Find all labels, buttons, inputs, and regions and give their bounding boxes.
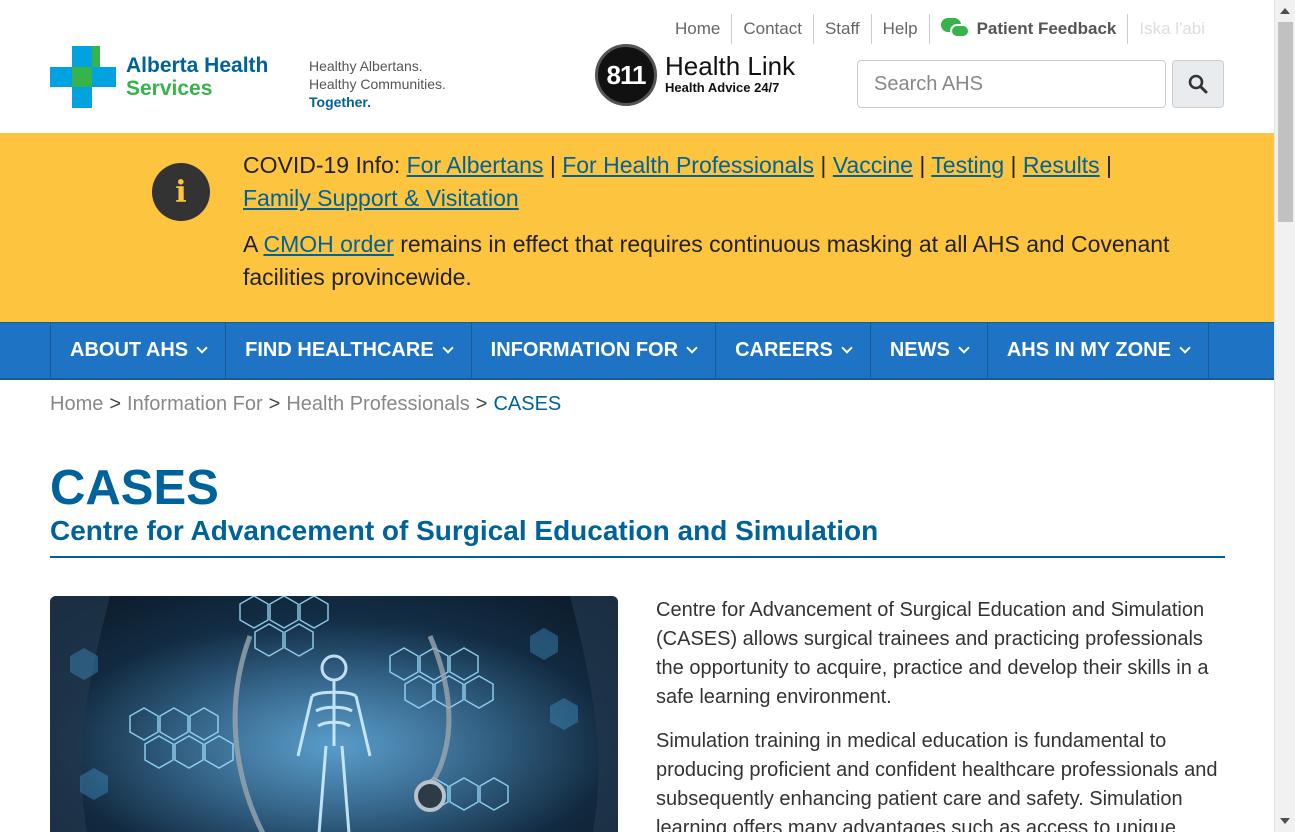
search-form — [857, 60, 1224, 108]
covid-link-testing[interactable]: Testing — [931, 152, 1004, 178]
nav-about-ahs[interactable]: ABOUT AHS — [51, 323, 227, 378]
covid-banner: i COVID-19 Info: For Albertans | For Hea… — [0, 133, 1274, 323]
intro-paragraph-1: Centre for Advancement of Surgical Educa… — [656, 599, 1209, 708]
breadcrumb: Home > Information For > Health Professional… — [50, 393, 562, 415]
breadcrumb-home[interactable]: Home — [50, 393, 103, 415]
site-header: Alberta Health Services Healthy Albertan… — [0, 0, 1274, 133]
811-badge-icon: 811 — [595, 44, 657, 106]
ahs-logo[interactable]: Alberta Health Services — [50, 46, 268, 108]
medical-hologram-illustration — [50, 596, 618, 832]
cmoh-order-link[interactable]: CMOH order — [263, 231, 393, 257]
breadcrumb-current: CASES — [493, 393, 562, 415]
health-link-title: Health Link — [665, 51, 796, 81]
health-link-subtitle: Health Advice 24/7 — [665, 80, 780, 95]
utility-nav: Home Contact Staff Help Patient Feedback… — [664, 14, 1216, 44]
hero-image — [50, 596, 618, 832]
language-link[interactable]: Iska l'abi — [1128, 14, 1216, 44]
nav-information-for[interactable]: INFORMATION FOR — [472, 323, 717, 378]
page: Alberta Health Services Healthy Albertan… — [0, 0, 1274, 832]
scroll-up-arrow-icon[interactable] — [1280, 8, 1290, 14]
health-link-811[interactable]: 811 Health Link Health Advice 24/7 — [595, 44, 795, 106]
main-nav: ABOUT AHS FIND HEALTHCARE INFORMATION FO… — [0, 322, 1274, 380]
utility-staff-link[interactable]: Staff — [814, 14, 872, 44]
tagline: Healthy Albertans. Healthy Communities. … — [309, 58, 446, 110]
page-title: CASES — [50, 461, 219, 515]
intro-content: Centre for Advancement of Surgical Educa… — [656, 596, 1226, 832]
chevron-down-icon — [1179, 342, 1191, 354]
chevron-down-icon — [196, 342, 208, 354]
nav-news[interactable]: NEWS — [871, 323, 988, 378]
chevron-down-icon — [958, 342, 970, 354]
page-scrollbar[interactable] — [1274, 0, 1295, 832]
patient-feedback-link[interactable]: Patient Feedback — [930, 14, 1129, 44]
page-subtitle: Centre for Advancement of Surgical Educa… — [50, 515, 879, 546]
chat-bubbles-icon — [940, 18, 971, 40]
utility-home-link[interactable]: Home — [664, 14, 733, 44]
covid-link-results[interactable]: Results — [1023, 152, 1100, 178]
search-icon — [1188, 74, 1208, 94]
info-icon: i — [152, 163, 210, 221]
chevron-down-icon — [686, 342, 698, 354]
utility-help-link[interactable]: Help — [872, 14, 930, 44]
nav-ahs-in-my-zone[interactable]: AHS IN MY ZONE — [988, 323, 1209, 378]
covid-links-line: COVID-19 Info: For Albertans | For Healt… — [243, 152, 1112, 211]
search-input[interactable] — [857, 60, 1166, 108]
title-divider — [50, 556, 1225, 558]
chevron-down-icon — [841, 342, 853, 354]
nav-find-healthcare[interactable]: FIND HEALTHCARE — [226, 323, 472, 378]
intro-paragraph-2: Simulation training in medical education… — [656, 730, 1218, 832]
ahs-cross-icon — [50, 46, 116, 108]
breadcrumb-information-for[interactable]: Information For — [127, 393, 263, 415]
breadcrumb-health-professionals[interactable]: Health Professionals — [286, 393, 469, 415]
logo-wordmark: Alberta Health Services — [126, 54, 269, 100]
scroll-down-arrow-icon[interactable] — [1280, 818, 1290, 824]
utility-contact-link[interactable]: Contact — [732, 14, 814, 44]
nav-careers[interactable]: CAREERS — [716, 323, 871, 378]
covid-link-health-professionals[interactable]: For Health Professionals — [562, 152, 814, 178]
cmoh-notice: A CMOH order remains in effect that requ… — [243, 231, 1170, 290]
scrollbar-thumb[interactable] — [1278, 22, 1293, 222]
covid-link-family-support[interactable]: Family Support & Visitation — [243, 185, 519, 211]
search-button[interactable] — [1172, 60, 1224, 108]
covid-link-vaccine[interactable]: Vaccine — [833, 152, 913, 178]
chevron-down-icon — [442, 342, 454, 354]
covid-link-albertans[interactable]: For Albertans — [407, 152, 544, 178]
